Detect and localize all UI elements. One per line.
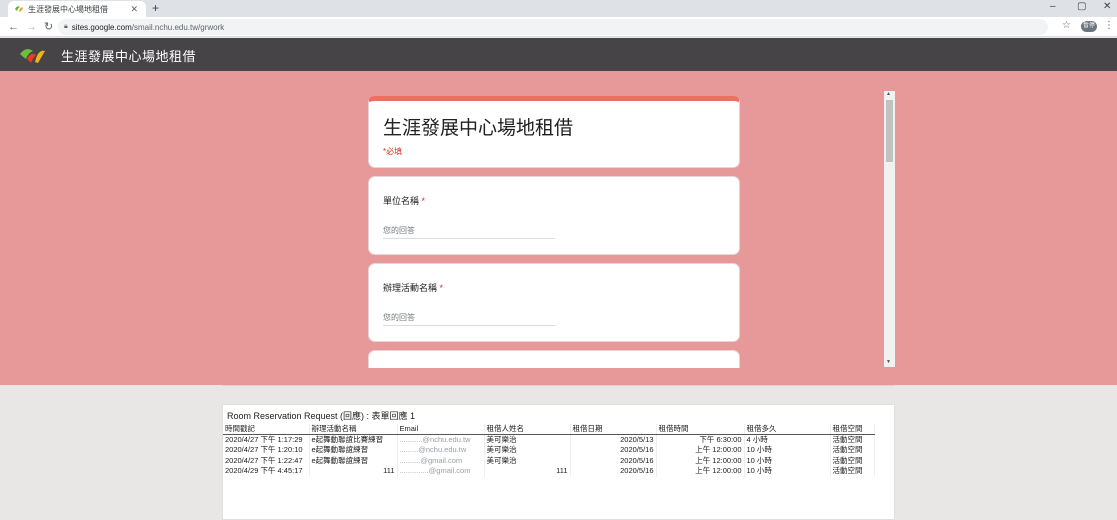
bookmark-star-icon[interactable]: ☆ <box>1062 20 1071 31</box>
responses-table: 時間戳記 辦理活動名稱 Email 租借人姓名 租借日期 租借時間 租借多久 租… <box>223 424 875 477</box>
profile-avatar[interactable]: 暫停 <box>1081 21 1097 32</box>
new-tab-button[interactable]: + <box>152 1 159 15</box>
column-header: 租借人姓名 <box>484 424 571 435</box>
browser-menu-icon[interactable]: ⋮ <box>1104 20 1114 31</box>
question-card-unit-name: 單位名稱 * <box>368 176 740 255</box>
cell-space: 活動空間 <box>830 445 875 456</box>
cell-space: 活動空間 <box>830 455 875 466</box>
back-arrow-icon[interactable]: ← <box>8 20 19 34</box>
close-tab-icon[interactable]: ✕ <box>130 4 138 15</box>
table-header-row: 時間戳記 辦理活動名稱 Email 租借人姓名 租借日期 租借時間 租借多久 租… <box>223 424 875 435</box>
column-header: Email <box>397 424 485 435</box>
column-header: 租借時間 <box>656 424 745 435</box>
cell-date: 2020/5/16 <box>570 455 657 466</box>
unit-name-input[interactable] <box>383 222 555 239</box>
column-header: 租借空間 <box>830 424 875 435</box>
table-row: 2020/4/27 下午 1:20:10 e起舞動聯誼練習 .........@… <box>223 445 875 456</box>
cell-name: 美可樂治 <box>484 434 571 445</box>
browser-tab[interactable]: 生涯發展中心場地租借 ✕ <box>8 1 146 17</box>
cell-timestamp: 2020/4/27 下午 1:22:47 <box>223 455 310 466</box>
column-header: 租借多久 <box>744 424 831 435</box>
embedded-form: 生涯發展中心場地租借 *必填 單位名稱 * 辦理活動名稱 * <box>366 96 742 368</box>
required-star: * <box>419 196 426 206</box>
form-scrollbar[interactable]: ▲ ▼ <box>884 91 895 367</box>
question-label: 單位名稱 * <box>383 196 426 206</box>
cell-activity: e起舞動聯誼比賽練習 <box>309 434 398 445</box>
cell-timestamp: 2020/4/27 下午 1:20:10 <box>223 445 310 456</box>
cell-timestamp: 2020/4/29 下午 4:45:17 <box>223 466 310 477</box>
table-row: 2020/4/27 下午 1:22:47 e起舞動聯誼練習 ..........… <box>223 455 875 466</box>
table-row: 2020/4/29 下午 4:45:17 111 ..............@… <box>223 466 875 477</box>
column-header: 時間戳記 <box>223 424 310 435</box>
cell-time: 上午 12:00:00 <box>656 466 745 477</box>
forward-arrow-icon[interactable]: → <box>26 20 37 34</box>
cell-duration: 4 小時 <box>744 434 831 445</box>
question-label: 辦理活動名稱 * <box>383 283 444 293</box>
cell-email: ..............@gmail.com <box>397 466 485 477</box>
cell-date: 2020/5/16 <box>570 445 657 456</box>
address-bar-row: ← → ↻ 🔒︎ sites.google.com/smail.nchu.edu… <box>0 17 1117 37</box>
cell-duration: 10 小時 <box>744 466 831 477</box>
site-logo-icon[interactable] <box>18 45 48 65</box>
lock-icon: 🔒︎ <box>64 23 68 30</box>
embedded-spreadsheet: Room Reservation Request (回應) : 表單回應 1 時… <box>222 404 895 520</box>
cell-name: 111 <box>484 466 571 477</box>
cell-space: 活動空間 <box>830 466 875 477</box>
form-title-card: 生涯發展中心場地租借 *必填 <box>368 96 740 168</box>
column-header: 租借日期 <box>570 424 657 435</box>
table-row: 2020/4/27 下午 1:17:29 e起舞動聯誼比賽練習 ........… <box>223 434 875 445</box>
question-card-activity-name: 辦理活動名稱 * <box>368 263 740 342</box>
cell-date: 2020/5/13 <box>570 434 657 445</box>
minimize-icon[interactable]: – <box>1050 1 1056 12</box>
cell-email: .........@nchu.edu.tw <box>397 445 485 456</box>
cell-timestamp: 2020/4/27 下午 1:17:29 <box>223 434 310 445</box>
reload-icon[interactable]: ↻ <box>44 20 53 34</box>
cell-activity: e起舞動聯誼練習 <box>309 455 398 466</box>
url-path: /smail.nchu.edu.tw/grwork <box>131 22 225 32</box>
cell-space: 活動空間 <box>830 434 875 445</box>
cell-email: ...........@nchu.edu.tw <box>397 434 485 445</box>
form-title: 生涯發展中心場地租借 <box>383 118 574 139</box>
cell-time: 上午 12:00:00 <box>656 445 745 456</box>
sheet-title: Room Reservation Request (回應) : 表單回應 1 <box>227 411 416 421</box>
section-divider <box>222 385 895 386</box>
url-host: sites.google.com <box>71 22 132 32</box>
scroll-up-icon[interactable]: ▲ <box>886 91 891 97</box>
maximize-icon[interactable]: ▢ <box>1077 1 1086 12</box>
question-card-next <box>368 350 740 368</box>
url-field[interactable]: 🔒︎ sites.google.com/smail.nchu.edu.tw/gr… <box>58 19 1048 35</box>
cell-duration: 10 小時 <box>744 455 831 466</box>
site-header: 生涯發展中心場地租借 <box>0 38 1117 71</box>
required-note: *必填 <box>383 147 403 156</box>
browser-tab-bar: 生涯發展中心場地租借 ✕ + – ▢ ✕ <box>0 0 1117 17</box>
cell-activity: e起舞動聯誼練習 <box>309 445 398 456</box>
site-title[interactable]: 生涯發展中心場地租借 <box>61 46 196 65</box>
column-header: 辦理活動名稱 <box>309 424 398 435</box>
scroll-down-icon[interactable]: ▼ <box>886 359 891 365</box>
cell-name: 美可樂治 <box>484 455 571 466</box>
cell-email: ..........@gmail.com <box>397 455 485 466</box>
cell-activity: 111 <box>309 466 398 477</box>
required-star: * <box>437 283 444 293</box>
cell-time: 下午 6:30:00 <box>656 434 745 445</box>
scrollbar-thumb[interactable] <box>886 100 893 162</box>
site-favicon-icon <box>15 6 23 12</box>
tab-title: 生涯發展中心場地租借 <box>28 4 108 14</box>
cell-name: 美可樂治 <box>484 445 571 456</box>
cell-time: 上午 12:00:00 <box>656 455 745 466</box>
cell-date: 2020/5/16 <box>570 466 657 477</box>
activity-name-input[interactable] <box>383 309 555 326</box>
cell-duration: 10 小時 <box>744 445 831 456</box>
close-window-icon[interactable]: ✕ <box>1103 1 1111 12</box>
